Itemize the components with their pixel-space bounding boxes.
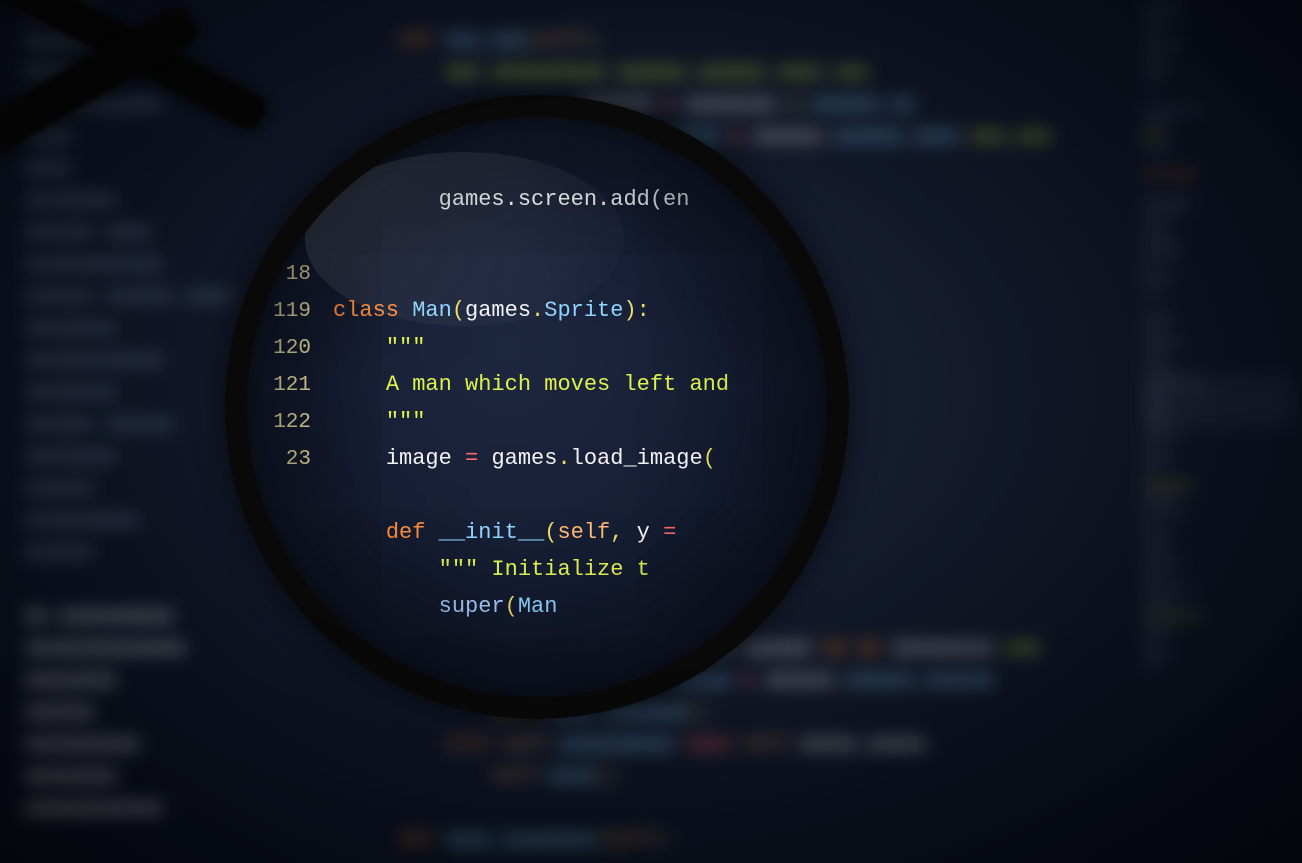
blurred-minimap: ▮▮▮ ▮▮▮ ▮▮▮▮▮▮ ▮▮▮ ▮▮▮▮ ▮▮▮▮▮▮ ▮▮▮ ▮▮▮▮▮… xyxy=(1144,0,1294,675)
code-line-120: 120 """ xyxy=(257,335,837,372)
blurred-sidebar: ▮▮▮▮▮▮▮▮ ▮▮▮▮▮▮ ▮▮▮▮▮▮▮▮▮▮ ▮▮▮▮ ▮▮▮▮▮▮▮▮… xyxy=(25,0,215,824)
line-number-120: 120 xyxy=(255,337,311,360)
line-number-18: 18 xyxy=(255,263,311,286)
code-line-122: 122 """ xyxy=(257,409,837,446)
code-line-123: 23 image = games.load_image( xyxy=(257,446,837,483)
photo-of-code-editor: ▮▮▮▮▮▮▮▮ ▮▮▮▮▮▮ ▮▮▮▮▮▮▮▮▮▮ ▮▮▮▮ ▮▮▮▮▮▮▮▮… xyxy=(0,0,1302,863)
code-line-super: super(Man xyxy=(257,594,837,631)
code-line-blank xyxy=(257,224,837,261)
code-line-121: 121 A man which moves left and xyxy=(257,372,837,409)
line-number-119: 119 xyxy=(255,300,311,323)
code-line-118: 18 xyxy=(257,261,837,298)
code-line-prelude: games.screen.add(en xyxy=(257,187,837,224)
code-line-blank-2 xyxy=(257,483,837,520)
line-number-122: 122 xyxy=(255,411,311,434)
magnifying-lens: games.screen.add(en 18 119 class Man(gam… xyxy=(225,95,849,719)
code-line-119: 119 class Man(games.Sprite): xyxy=(257,298,837,335)
line-number-121: 121 xyxy=(255,374,311,397)
code-line-def-init: def __init__(self, y = xyxy=(257,520,837,557)
magnified-code: games.screen.add(en 18 119 class Man(gam… xyxy=(257,187,837,631)
code-line-init-doc: """ Initialize t xyxy=(257,557,837,594)
line-number-123: 23 xyxy=(255,448,311,471)
